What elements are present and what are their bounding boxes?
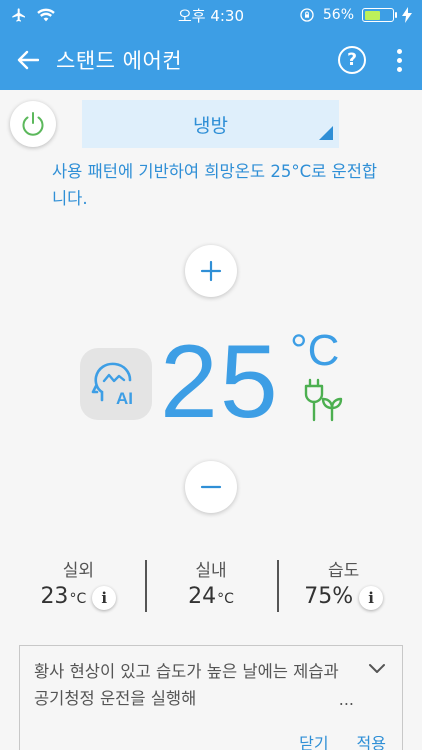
ai-mode-badge[interactable]: AI — [80, 348, 152, 420]
ai-label: AI — [116, 389, 133, 408]
ai-head-icon: AI — [91, 362, 133, 408]
more-dot-icon — [396, 57, 402, 63]
eco-plug-icon — [304, 378, 343, 422]
tip-text: 황사 현상이 있고 습도가 높은 날에는 제습과 공기청정 운전을 실행해 — [34, 662, 339, 708]
recommendation-text: 사용 패턴에 기반하여 희망온도 25°C로 운전합니다. — [52, 162, 378, 208]
stat-value-row: 75% i — [277, 584, 410, 610]
back-button[interactable] — [0, 30, 56, 90]
more-dot-icon — [396, 48, 402, 54]
tip-actions: 닫기 적용 — [299, 730, 386, 750]
battery-percent: 56% — [322, 7, 354, 23]
plus-icon — [200, 260, 222, 282]
stat-unit: °C — [217, 591, 234, 607]
app-bar: 스탠드 에어컨 ? — [0, 30, 422, 90]
target-temperature: 25 — [160, 324, 280, 440]
stat-unit: °C — [69, 591, 87, 607]
temperature-unit: °C — [290, 326, 340, 375]
expand-chevron-icon[interactable] — [368, 660, 386, 679]
stat-value-wrap: 23°C — [40, 584, 86, 609]
mode-selected-label: 냉방 — [193, 114, 228, 137]
stat-value: 24 — [188, 584, 217, 609]
minus-icon — [200, 485, 222, 489]
back-arrow-icon — [17, 50, 39, 70]
stat-value-row: 23°C i — [12, 584, 145, 610]
stat-label: 실내 — [195, 561, 227, 581]
airplane-icon — [12, 8, 25, 22]
battery-icon — [362, 8, 397, 22]
rotation-lock-icon — [300, 8, 314, 22]
stat-value: 75% — [304, 584, 354, 609]
wifi-icon — [37, 8, 55, 22]
page-title: 스탠드 에어컨 — [56, 49, 183, 73]
status-bar: 오후 4:30 56% — [0, 0, 422, 30]
help-button[interactable]: ? — [338, 46, 366, 74]
stat-label: 실외 — [62, 561, 94, 581]
stat-value-row: 24°C — [145, 584, 278, 609]
stat-indoor: 실내 24°C — [144, 556, 278, 614]
outdoor-info-button[interactable]: i — [92, 586, 117, 610]
stat-label: 습도 — [328, 561, 360, 581]
stat-value-wrap: 24°C — [188, 584, 234, 609]
temperature-increase-button[interactable] — [185, 245, 237, 297]
power-button[interactable] — [10, 101, 56, 147]
tip-close-button[interactable]: 닫기 — [299, 730, 328, 750]
stat-humidity: 습도 75% i — [277, 556, 410, 614]
humidity-info-button[interactable]: i — [359, 586, 384, 610]
tip-apply-button[interactable]: 적용 — [357, 730, 386, 750]
temperature-decrease-button[interactable] — [185, 461, 237, 513]
help-icon: ? — [347, 50, 357, 70]
power-icon — [22, 112, 44, 136]
environment-stats: 실외 23°C i 실내 24°C 습도 75% i — [12, 556, 410, 614]
tip-ellipsis: ... — [338, 690, 354, 709]
mode-dropdown[interactable]: 냉방 — [82, 100, 339, 148]
status-left — [10, 7, 56, 23]
more-dot-icon — [396, 66, 402, 72]
dropdown-triangle-icon — [319, 126, 333, 140]
charging-icon — [402, 7, 412, 23]
status-right: 56% — [299, 7, 412, 23]
more-options-button[interactable] — [384, 30, 414, 90]
tip-card: 황사 현상이 있고 습도가 높은 날에는 제습과 공기청정 운전을 실행해 ..… — [19, 645, 403, 750]
stat-outdoor: 실외 23°C i — [12, 556, 145, 614]
stat-value: 23 — [40, 584, 69, 609]
battery-fill — [364, 10, 380, 20]
